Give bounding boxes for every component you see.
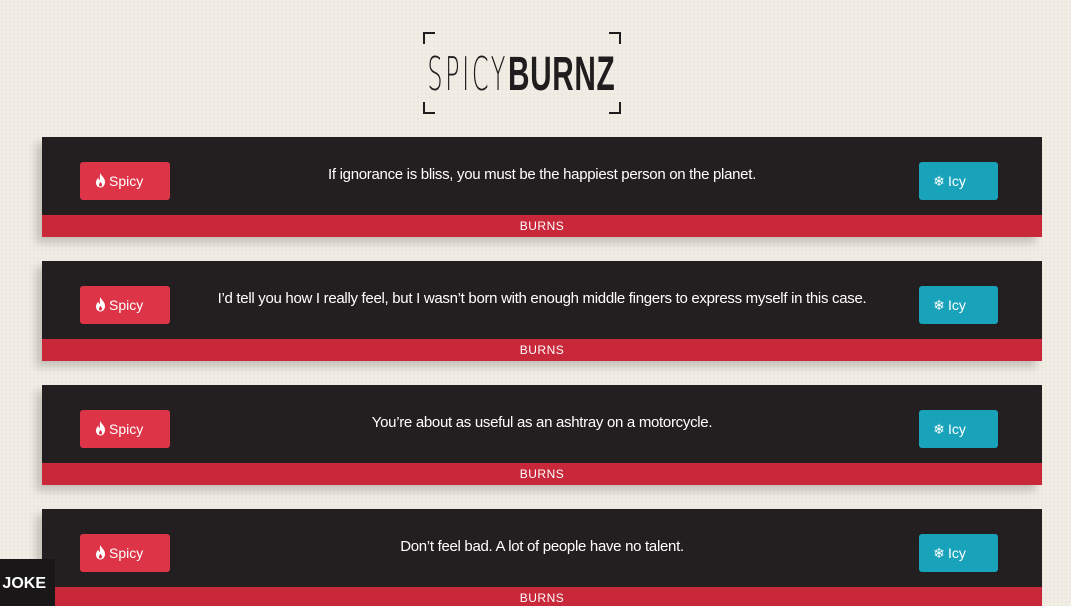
snowflake-icon: ❄ <box>933 173 945 189</box>
logo-corner-top-right <box>609 32 621 44</box>
icy-button[interactable]: ❄ Icy <box>919 286 998 324</box>
add-joke-tab-label: A JOKE <box>0 575 46 592</box>
add-joke-tab[interactable]: A JOKE <box>0 559 55 606</box>
icy-button-label: Icy <box>948 421 966 437</box>
icy-button[interactable]: ❄ Icy <box>919 162 998 200</box>
spicy-button-label: Spicy <box>109 545 144 561</box>
joke-text: You’re about as useful as an ashtray on … <box>371 414 713 431</box>
snowflake-icon: ❄ <box>933 421 945 437</box>
logo-corner-top-left <box>423 32 435 44</box>
flame-icon <box>93 296 107 314</box>
logo-text-spicy: SPICY <box>427 47 508 101</box>
joke-text: I’d tell you how I really feel, but I wa… <box>217 290 867 307</box>
logo-text-burnz: BURNZ <box>507 47 616 101</box>
joke-card-list: Spicy If ignorance is bliss, you must be… <box>42 137 1042 606</box>
spicy-button[interactable]: Spicy <box>80 410 170 448</box>
joke-card-body: Spicy If ignorance is bliss, you must be… <box>42 137 1042 215</box>
category-label: BURNS <box>42 587 1042 606</box>
joke-card: Spicy You’re about as useful as an ashtr… <box>42 385 1042 485</box>
flame-icon <box>93 420 107 438</box>
category-label: BURNS <box>42 339 1042 361</box>
icy-button-label: Icy <box>948 297 966 313</box>
joke-text: Don’t feel bad. A lot of people have no … <box>400 538 684 555</box>
spicy-button-label: Spicy <box>109 421 144 437</box>
snowflake-icon: ❄ <box>933 545 945 561</box>
icy-button-label: Icy <box>948 545 966 561</box>
joke-card-body: Spicy Don’t feel bad. A lot of people ha… <box>42 509 1042 587</box>
joke-card-body: Spicy I’d tell you how I really feel, bu… <box>42 261 1042 339</box>
joke-card-body: Spicy You’re about as useful as an ashtr… <box>42 385 1042 463</box>
site-logo[interactable]: SPICY BURNZ <box>414 32 630 114</box>
icy-button[interactable]: ❄ Icy <box>919 534 998 572</box>
logo-wordmark: SPICY BURNZ <box>414 46 630 102</box>
flame-icon <box>93 544 107 562</box>
joke-text: If ignorance is bliss, you must be the h… <box>328 166 756 183</box>
icy-button-label: Icy <box>948 173 966 189</box>
spicy-button[interactable]: Spicy <box>80 286 170 324</box>
spicy-button-label: Spicy <box>109 173 144 189</box>
flame-icon <box>93 172 107 190</box>
logo-corner-bottom-left <box>423 102 435 114</box>
category-label: BURNS <box>42 215 1042 237</box>
joke-card: Spicy If ignorance is bliss, you must be… <box>42 137 1042 237</box>
spicy-button[interactable]: Spicy <box>80 534 170 572</box>
joke-card: Spicy Don’t feel bad. A lot of people ha… <box>42 509 1042 606</box>
logo-corner-bottom-right <box>609 102 621 114</box>
spicy-button[interactable]: Spicy <box>80 162 170 200</box>
joke-card: Spicy I’d tell you how I really feel, bu… <box>42 261 1042 361</box>
icy-button[interactable]: ❄ Icy <box>919 410 998 448</box>
category-label: BURNS <box>42 463 1042 485</box>
snowflake-icon: ❄ <box>933 297 945 313</box>
spicy-button-label: Spicy <box>109 297 144 313</box>
